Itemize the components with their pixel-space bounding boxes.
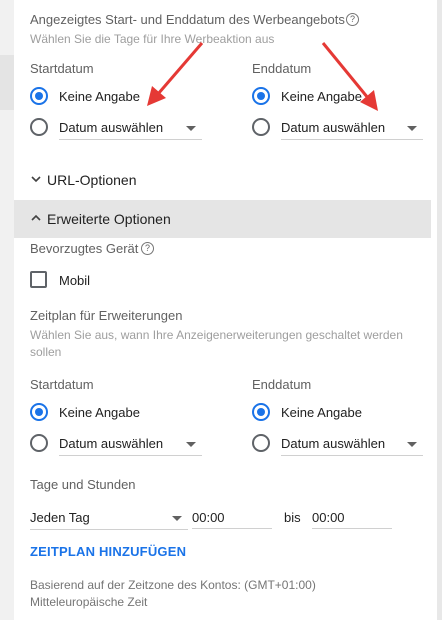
schedule-start-none-radio[interactable] [30,403,48,421]
end-date-select-label: Datum auswählen [281,120,386,135]
day-select[interactable]: Jeden Tag [30,506,188,530]
schedule-start-select-label: Datum auswählen [59,436,164,451]
from-time-value: 00:00 [192,510,225,525]
schedule-end-none-label: Keine Angabe [281,405,362,420]
to-label: bis [284,510,301,525]
end-none-radio[interactable] [252,87,270,105]
schedule-end-select-label: Datum auswählen [281,436,386,451]
schedule-start-label: Startdatum [30,377,94,392]
caret-down-icon [407,442,417,447]
mobile-label: Mobil [59,273,91,288]
mobile-checkbox[interactable] [30,271,47,288]
url-options-label: URL-Optionen [47,172,137,188]
caret-down-icon [186,442,196,447]
end-none-label: Keine Angabe [281,89,362,104]
promo-dates-title: Angezeigtes Start- und Enddatum des Werb… [30,12,345,27]
start-date-select-label: Datum auswählen [59,120,164,135]
chevron-down-icon [31,176,41,183]
schedule-start-none-label: Keine Angabe [59,405,140,420]
end-pick-radio[interactable] [252,118,270,136]
caret-down-icon [172,516,182,521]
timezone-note: Basierend auf der Zeitzone des Kontos: (… [30,578,316,609]
help-circle-icon[interactable]: ? [141,242,154,255]
left-nav-highlight [0,55,14,110]
schedule-title: Zeitplan für Erweiterungen [30,308,183,323]
promo-dates-subtitle: Wählen Sie die Tage für Ihre Werbeaktion… [30,32,275,46]
start-none-radio[interactable] [30,87,48,105]
add-schedule-button[interactable]: ZEITPLAN HINZUFÜGEN [30,544,186,559]
start-date-select[interactable]: Datum auswählen [59,116,202,140]
day-select-label: Jeden Tag [30,510,90,525]
help-circle-icon[interactable]: ? [346,13,359,26]
caret-down-icon [407,126,417,131]
schedule-end-none-radio[interactable] [252,403,270,421]
schedule-end-label: Enddatum [252,377,312,392]
from-time-input[interactable]: 00:00 [192,507,272,529]
end-date-select[interactable]: Datum auswählen [281,116,423,140]
start-pick-radio[interactable] [30,118,48,136]
advanced-options-toggle[interactable]: Erweiterte Optionen [14,200,431,238]
schedule-subtitle: Wählen Sie aus, wann Ihre Anzeigenerweit… [30,328,403,359]
schedule-end-select[interactable]: Datum auswählen [281,432,423,456]
url-options-toggle[interactable]: URL-Optionen [14,161,431,199]
preferred-device-label: Bevorzugtes Gerät [30,241,139,256]
advanced-options-label: Erweiterte Optionen [47,211,171,227]
chevron-up-icon [31,214,41,221]
end-date-label: Enddatum [252,61,312,76]
scrollbar-track[interactable] [437,0,442,620]
to-time-value: 00:00 [312,510,345,525]
caret-down-icon [186,126,196,131]
start-none-label: Keine Angabe [59,89,140,104]
schedule-start-pick-radio[interactable] [30,434,48,452]
to-time-input[interactable]: 00:00 [312,507,392,529]
start-date-label: Startdatum [30,61,94,76]
days-hours-title: Tage und Stunden [30,477,136,492]
schedule-end-pick-radio[interactable] [252,434,270,452]
schedule-start-select[interactable]: Datum auswählen [59,432,202,456]
